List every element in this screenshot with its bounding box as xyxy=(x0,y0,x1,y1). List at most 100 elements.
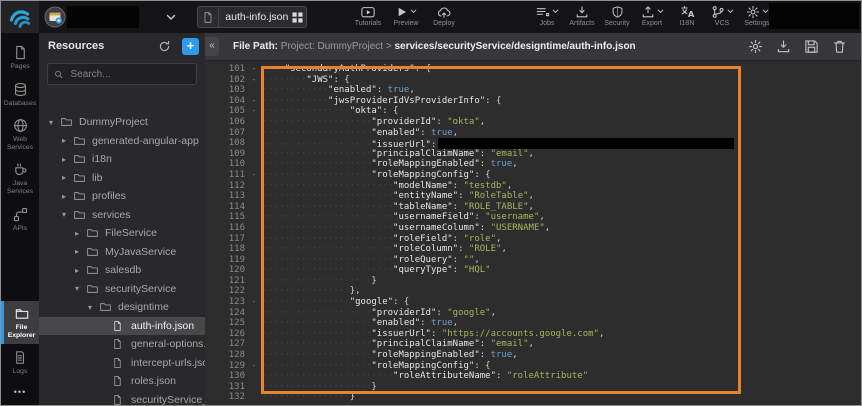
tree-folder-designtime[interactable]: ▾designtime xyxy=(39,298,205,317)
code-line-111[interactable]: 111-····················"roleMappingConf… xyxy=(205,170,861,181)
project-avatar[interactable] xyxy=(44,6,66,28)
code-line-125[interactable]: 125····················"enabled": true, xyxy=(205,318,861,329)
search-input[interactable] xyxy=(69,68,191,81)
sidebar-item-pages[interactable]: Pages xyxy=(1,39,39,76)
toolbar-item-i18n[interactable]: AI18N xyxy=(672,4,702,28)
code-line-127[interactable]: 127····················"principalClaimNa… xyxy=(205,339,861,350)
code-line-117[interactable]: 117························"roleField": … xyxy=(205,234,861,245)
fold-marker[interactable]: - xyxy=(245,361,263,372)
fold-marker[interactable]: - xyxy=(245,106,263,117)
add-resource-button[interactable]: + xyxy=(182,38,199,55)
toolbar-item-export[interactable]: Export xyxy=(637,4,667,28)
refresh-icon[interactable] xyxy=(158,40,174,53)
expand-arrow-icon[interactable]: ▸ xyxy=(62,192,73,201)
code-line-108[interactable]: 108····················"issuerUrl": xyxy=(205,138,861,149)
open-file-tab[interactable]: auth-info.json xyxy=(197,6,307,28)
tree-folder-services[interactable]: ▾services xyxy=(39,206,205,225)
code-line-113[interactable]: 113························"entityName":… xyxy=(205,191,861,202)
sidebar-item-java-services[interactable]: Java Services xyxy=(1,156,39,200)
code-line-101[interactable]: 101-····"secondaryAuthProviders": { xyxy=(205,64,861,75)
project-chevron-down-icon[interactable] xyxy=(166,14,176,21)
tree-file-auth-info-json[interactable]: auth-info.json xyxy=(39,317,205,336)
code-line-107[interactable]: 107····················"enabled": true, xyxy=(205,128,861,139)
delete-file-trash-icon[interactable] xyxy=(832,39,847,54)
code-line-115[interactable]: 115························"usernameFiel… xyxy=(205,212,861,223)
expand-arrow-icon[interactable]: ▸ xyxy=(62,155,73,164)
tree-file-roles-json[interactable]: roles.json xyxy=(39,372,205,391)
fold-marker[interactable]: - xyxy=(245,297,263,308)
code-line-121[interactable]: 121····················} xyxy=(205,276,861,287)
tree-folder-salesdb[interactable]: ▸salesdb xyxy=(39,261,205,280)
tree-folder-dummyproject[interactable]: ▾DummyProject xyxy=(39,113,205,132)
code-line-129[interactable]: 129-····················"roleMappingConf… xyxy=(205,361,861,372)
code-line-120[interactable]: 120························"queryType": … xyxy=(205,265,861,276)
tree-file-securityservice-api-json[interactable]: securityService_API.json xyxy=(39,391,205,406)
code-line-131[interactable]: 131····················} xyxy=(205,382,861,393)
code-line-116[interactable]: 116························"usernameColu… xyxy=(205,223,861,234)
sidebar-item-web-services[interactable]: Web Services xyxy=(1,112,39,156)
fold-marker[interactable]: - xyxy=(245,96,263,107)
fold-marker[interactable]: - xyxy=(245,170,263,181)
download-file-icon[interactable] xyxy=(776,39,791,54)
sidebar-item-databases[interactable]: Databases xyxy=(1,76,39,113)
code-line-122[interactable]: 122················}, xyxy=(205,286,861,297)
collapse-arrow-icon[interactable]: ▾ xyxy=(75,284,86,293)
code-line-109[interactable]: 109····················"principalClaimNa… xyxy=(205,149,861,160)
expand-arrow-icon[interactable]: ▸ xyxy=(75,266,86,275)
tree-folder-fileservice[interactable]: ▸FileService xyxy=(39,224,205,243)
expand-arrow-icon[interactable]: ▸ xyxy=(62,136,73,145)
toolbar-item-deploy[interactable]: Deploy xyxy=(429,4,459,28)
resources-search[interactable] xyxy=(47,63,197,85)
code-line-102[interactable]: 102-········"JWS": { xyxy=(205,75,861,86)
app-logo[interactable] xyxy=(1,1,39,33)
code-line-114[interactable]: 114························"tableName": … xyxy=(205,202,861,213)
expand-arrow-icon[interactable]: ▸ xyxy=(62,173,73,182)
toolbar-item-security[interactable]: Security xyxy=(602,4,632,28)
toolbar-item-tutorials[interactable]: Tutorials xyxy=(353,4,383,28)
expand-arrow-icon[interactable]: ▸ xyxy=(75,229,86,238)
tree-file-general-options-json[interactable]: general-options.json xyxy=(39,335,205,354)
collapse-panel-button[interactable]: « xyxy=(205,37,219,56)
code-line-105[interactable]: 105-················"okta": { xyxy=(205,106,861,117)
expand-arrow-icon[interactable]: ▸ xyxy=(75,247,86,256)
tree-folder-myjavaservice[interactable]: ▸MyJavaService xyxy=(39,243,205,262)
code-editor[interactable]: 101-····"secondaryAuthProviders": {102-·… xyxy=(205,61,861,405)
collapse-arrow-icon[interactable]: ▾ xyxy=(88,303,99,312)
collapse-arrow-icon[interactable]: ▾ xyxy=(62,210,73,219)
code-line-123[interactable]: 123-················"google": { xyxy=(205,297,861,308)
toolbar-item-preview[interactable]: Preview xyxy=(391,4,421,28)
fold-marker[interactable]: - xyxy=(245,75,263,86)
sidebar-item-logs[interactable]: Logs xyxy=(1,344,39,381)
tree-folder-profiles[interactable]: ▸profiles xyxy=(39,187,205,206)
fold-marker[interactable]: - xyxy=(245,64,263,75)
code-line-130[interactable]: 130························"roleAttribut… xyxy=(205,371,861,382)
tree-folder-securityservice[interactable]: ▾securityService xyxy=(39,280,205,299)
code-line-126[interactable]: 126····················"issuerUrl": "htt… xyxy=(205,329,861,340)
sidebar-item-apis[interactable]: APIs xyxy=(1,201,39,238)
split-grid-icon[interactable] xyxy=(288,12,306,23)
code-text: ····················"principalClaimName"… xyxy=(263,339,534,350)
tree-folder-generated-angular-app[interactable]: ▸generated-angular-app xyxy=(39,132,205,151)
code-line-118[interactable]: 118························"roleColumn":… xyxy=(205,244,861,255)
sidebar-item-file-explorer[interactable]: File Explorer xyxy=(1,301,39,344)
save-file-icon[interactable] xyxy=(804,39,819,54)
toolbar-item-settings[interactable]: Settings xyxy=(742,4,772,28)
code-line-119[interactable]: 119························"roleQuery": … xyxy=(205,255,861,266)
tree-folder-i18n[interactable]: ▸i18n xyxy=(39,150,205,169)
code-line-132[interactable]: 132················} xyxy=(205,392,861,403)
editor-settings-gear-icon[interactable] xyxy=(748,39,763,54)
code-line-112[interactable]: 112························"modelName": … xyxy=(205,181,861,192)
toolbar-item-jobs[interactable]: Jobs xyxy=(532,4,562,28)
sidebar-more-button[interactable]: ••• xyxy=(1,381,39,403)
toolbar-item-artifacts[interactable]: Artifacts xyxy=(567,4,597,28)
code-line-124[interactable]: 124····················"providerId": "go… xyxy=(205,308,861,319)
code-line-106[interactable]: 106····················"providerId": "ok… xyxy=(205,117,861,128)
collapse-arrow-icon[interactable]: ▾ xyxy=(49,118,60,127)
toolbar-item-vcs[interactable]: VCS xyxy=(707,4,737,28)
tree-folder-lib[interactable]: ▸lib xyxy=(39,169,205,188)
code-line-104[interactable]: 104-············"jwsProviderIdVsProvider… xyxy=(205,96,861,107)
tree-file-intercept-urls-json[interactable]: intercept-urls.json xyxy=(39,354,205,373)
code-line-103[interactable]: 103············"enabled": true, xyxy=(205,85,861,96)
code-line-110[interactable]: 110····················"roleMappingEnabl… xyxy=(205,159,861,170)
code-line-128[interactable]: 128····················"roleMappingEnabl… xyxy=(205,350,861,361)
